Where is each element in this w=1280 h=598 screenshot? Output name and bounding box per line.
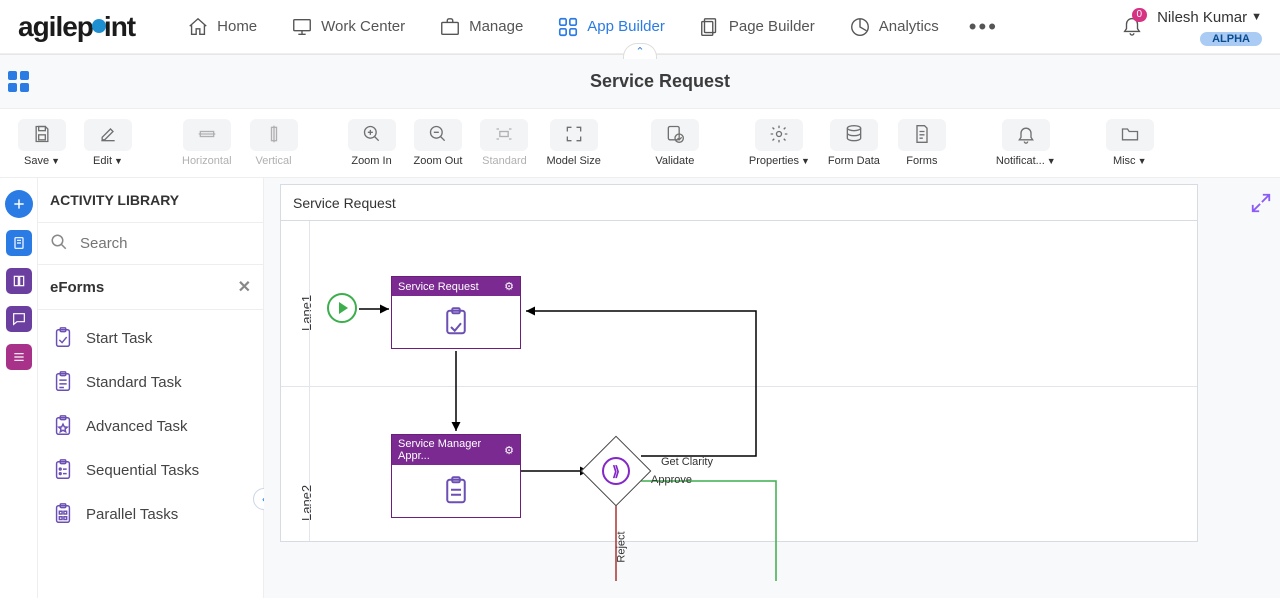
home-icon bbox=[187, 16, 209, 38]
clipboard-check-icon bbox=[52, 326, 74, 350]
grid-icon bbox=[557, 16, 579, 38]
start-event[interactable] bbox=[327, 293, 357, 323]
user-area: 0 Nilesh Kumar ▼ ALPHA bbox=[1121, 9, 1262, 45]
main-nav: Home Work Center Manage App Builder Page… bbox=[175, 10, 1121, 44]
tool-vertical[interactable]: Vertical bbox=[250, 119, 298, 167]
tool-edit[interactable]: Edit▼ bbox=[84, 119, 132, 167]
nav-label: App Builder bbox=[587, 18, 665, 35]
subheader: ⌃ Service Request bbox=[0, 54, 1280, 108]
nav-work-center[interactable]: Work Center bbox=[279, 10, 417, 44]
expand-icon[interactable] bbox=[1250, 192, 1272, 217]
search-field[interactable] bbox=[78, 234, 251, 253]
apps-icon[interactable] bbox=[0, 63, 40, 100]
align-horizontal-icon bbox=[197, 124, 217, 147]
library-list: Start Task Standard Task Advanced Task S… bbox=[38, 310, 263, 542]
page-title: Service Request bbox=[40, 71, 1280, 92]
bell-icon bbox=[1016, 124, 1036, 147]
editor-toolbar: Save▼ Edit▼ Horizontal Vertical Zoom In … bbox=[0, 108, 1280, 178]
tool-validate[interactable]: Validate bbox=[651, 119, 699, 167]
zoom-out-icon bbox=[428, 124, 448, 147]
save-icon bbox=[32, 124, 52, 147]
nav-label: Home bbox=[217, 18, 257, 35]
search-icon bbox=[50, 233, 68, 254]
nav-more-icon[interactable]: ••• bbox=[961, 14, 1006, 40]
notification-count: 0 bbox=[1132, 8, 1148, 22]
tool-forms[interactable]: Forms bbox=[898, 119, 946, 167]
tool-properties[interactable]: Properties▼ bbox=[749, 119, 810, 167]
edge-approve: Approve bbox=[651, 474, 692, 486]
activity-service-request[interactable]: Service Request⚙ bbox=[391, 276, 521, 349]
align-vertical-icon bbox=[264, 124, 284, 147]
notification-bell[interactable]: 0 bbox=[1121, 14, 1143, 39]
briefcase-icon bbox=[439, 16, 461, 38]
tool-notification[interactable]: Notificat...▼ bbox=[996, 119, 1056, 167]
folder-icon bbox=[1120, 124, 1140, 147]
collapse-up-icon[interactable]: ⌃ bbox=[623, 43, 657, 59]
clipboard-par-icon bbox=[52, 502, 74, 526]
activity-service-manager-approval[interactable]: Service Manager Appr...⚙ bbox=[391, 434, 521, 518]
monitor-icon bbox=[291, 16, 313, 38]
left-rail bbox=[0, 178, 38, 598]
nav-app-builder[interactable]: App Builder bbox=[545, 10, 677, 44]
brand-logo: agilepint bbox=[18, 11, 135, 43]
nav-page-builder[interactable]: Page Builder bbox=[687, 10, 827, 44]
main-area: ACTIVITY LIBRARY eForms ✕ Start Task Sta… bbox=[0, 178, 1280, 598]
tool-misc[interactable]: Misc▼ bbox=[1106, 119, 1154, 167]
clipboard-list-icon bbox=[52, 370, 74, 394]
edge-get-clarity: Get Clarity bbox=[661, 456, 713, 468]
edit-icon bbox=[98, 124, 118, 147]
tool-zoom-in[interactable]: Zoom In bbox=[348, 119, 396, 167]
tool-horizontal[interactable]: Horizontal bbox=[182, 119, 232, 167]
lib-sequential-tasks[interactable]: Sequential Tasks bbox=[38, 448, 263, 492]
pages-icon bbox=[699, 16, 721, 38]
env-badge: ALPHA bbox=[1200, 32, 1262, 46]
section-eforms[interactable]: eForms ✕ bbox=[38, 265, 263, 310]
chevron-down-icon: ▼ bbox=[1251, 11, 1262, 23]
edge-reject: Reject bbox=[616, 531, 628, 562]
canvas[interactable]: Service Request Lane1 Lane2 bbox=[264, 178, 1280, 598]
lib-standard-task[interactable]: Standard Task bbox=[38, 360, 263, 404]
tool-model-size[interactable]: Model Size bbox=[546, 119, 600, 167]
nav-analytics[interactable]: Analytics bbox=[837, 10, 951, 44]
gear-icon[interactable]: ⚙ bbox=[504, 280, 514, 293]
tool-standard[interactable]: Standard bbox=[480, 119, 528, 167]
close-icon[interactable]: ✕ bbox=[238, 277, 251, 297]
zoom-in-icon bbox=[362, 124, 382, 147]
tool-save[interactable]: Save▼ bbox=[18, 119, 66, 167]
tool-form-data[interactable]: Form Data bbox=[828, 119, 880, 167]
nav-label: Work Center bbox=[321, 18, 405, 35]
tool-zoom-out[interactable]: Zoom Out bbox=[414, 119, 463, 167]
lib-advanced-task[interactable]: Advanced Task bbox=[38, 404, 263, 448]
panel-title: ACTIVITY LIBRARY bbox=[38, 178, 263, 222]
pie-icon bbox=[849, 16, 871, 38]
database-icon bbox=[844, 124, 864, 147]
nav-home[interactable]: Home bbox=[175, 10, 269, 44]
search-input[interactable] bbox=[38, 222, 263, 265]
gear-icon[interactable]: ⚙ bbox=[504, 444, 514, 457]
clipboard-star-icon bbox=[52, 414, 74, 438]
user-name: Nilesh Kumar bbox=[1157, 9, 1247, 26]
fullscreen-icon bbox=[564, 124, 584, 147]
activity-panel: ACTIVITY LIBRARY eForms ✕ Start Task Sta… bbox=[38, 178, 264, 598]
document-icon bbox=[912, 124, 932, 147]
nav-label: Analytics bbox=[879, 18, 939, 35]
rail-list-icon[interactable] bbox=[6, 344, 32, 370]
rail-app-icon[interactable] bbox=[6, 268, 32, 294]
clipboard-seq-icon bbox=[52, 458, 74, 482]
gear-icon bbox=[769, 124, 789, 147]
lib-parallel-tasks[interactable]: Parallel Tasks bbox=[38, 492, 263, 536]
nav-label: Page Builder bbox=[729, 18, 815, 35]
process-card: Service Request Lane1 Lane2 bbox=[280, 184, 1198, 542]
fit-standard-icon bbox=[494, 124, 514, 147]
validate-icon bbox=[665, 124, 685, 147]
process-title: Service Request bbox=[281, 185, 1197, 221]
nav-manage[interactable]: Manage bbox=[427, 10, 535, 44]
rail-clipboard-icon[interactable] bbox=[6, 230, 32, 256]
rail-chat-icon[interactable] bbox=[6, 306, 32, 332]
rail-add-icon[interactable] bbox=[5, 190, 33, 218]
lib-start-task[interactable]: Start Task bbox=[38, 316, 263, 360]
user-menu[interactable]: Nilesh Kumar ▼ ALPHA bbox=[1157, 9, 1262, 45]
nav-label: Manage bbox=[469, 18, 523, 35]
